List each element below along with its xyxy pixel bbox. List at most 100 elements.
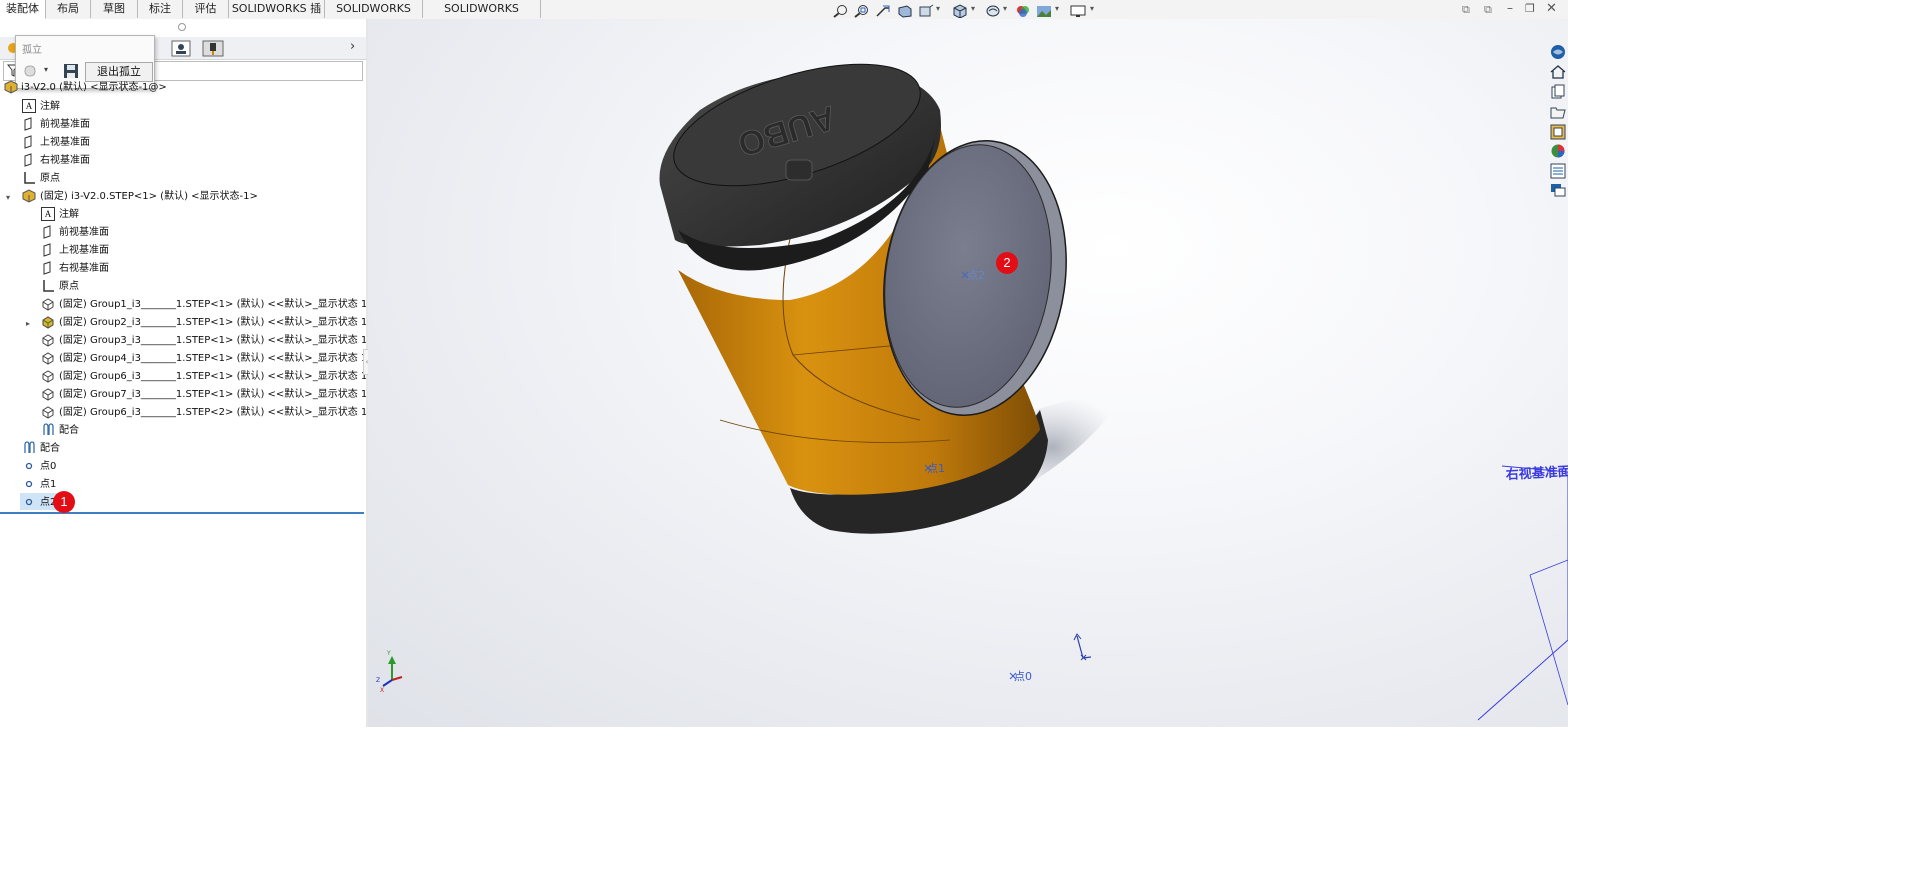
tree-item-annotations[interactable]: A 注解 bbox=[22, 98, 60, 116]
tree-item-group3[interactable]: (固定) Group3_i3_______1.STEP<1> (默认) <<默认… bbox=[41, 332, 376, 350]
step-badge-2: 2 bbox=[996, 252, 1018, 274]
part-icon bbox=[42, 388, 54, 401]
section-view-icon[interactable] bbox=[897, 4, 913, 18]
step-badge-1: 1 bbox=[53, 491, 75, 513]
view-orientation-icon[interactable] bbox=[952, 4, 968, 18]
svg-text:X: X bbox=[380, 687, 384, 694]
tree-item-point2[interactable]: 点2 bbox=[22, 494, 56, 512]
tree-item-origin[interactable]: 原点 bbox=[22, 170, 60, 188]
annotation-icon: A bbox=[22, 99, 36, 113]
tab-evaluate[interactable]: 评估 bbox=[183, 0, 229, 18]
point1-marker[interactable]: 点1 bbox=[924, 462, 945, 475]
tree-item-sub-origin[interactable]: 原点 bbox=[41, 278, 79, 296]
right-plane-outline[interactable] bbox=[1477, 465, 1568, 721]
display-style-dropdown-icon[interactable]: ▾ bbox=[44, 65, 48, 74]
scene-dropdown-icon[interactable]: ▾ bbox=[1055, 4, 1059, 13]
display-dropdown-icon[interactable]: ▾ bbox=[1003, 4, 1007, 13]
origin-icon bbox=[43, 280, 54, 292]
tree-item-group4[interactable]: (固定) Group4_i3_______1.STEP<1> (默认) <<默认… bbox=[41, 350, 376, 368]
tree-item-top-plane[interactable]: 上视基准面 bbox=[22, 134, 90, 152]
reference-triad-marker bbox=[1073, 633, 1092, 661]
tree-item-sub-mates[interactable]: 配合 bbox=[41, 422, 79, 440]
tree-item-group2[interactable]: (固定) Group2_i3_______1.STEP<1> (默认) <<默认… bbox=[41, 314, 376, 332]
settings-dropdown-icon[interactable]: ▾ bbox=[1090, 4, 1094, 13]
appearances-icon[interactable] bbox=[1550, 143, 1566, 159]
display-style-icon[interactable] bbox=[985, 4, 1001, 18]
tree-item-sub-right-plane[interactable]: 右视基准面 bbox=[41, 260, 109, 278]
close-icon[interactable]: ✕ bbox=[1546, 1, 1557, 16]
dynamic-annotation-icon[interactable] bbox=[918, 4, 934, 18]
right-plane-outline bbox=[1529, 559, 1568, 706]
assembly-icon bbox=[42, 316, 54, 329]
tile-left-icon[interactable]: ⧉ bbox=[1462, 3, 1470, 17]
restore-icon[interactable]: ❐ bbox=[1525, 2, 1535, 15]
plane-icon bbox=[43, 243, 51, 257]
mates-icon bbox=[24, 441, 35, 453]
tab-sketch[interactable]: 草图 bbox=[91, 0, 138, 18]
orientation-dropdown-icon[interactable]: ▾ bbox=[971, 4, 975, 13]
plane-icon bbox=[24, 135, 32, 149]
tab-layout[interactable]: 布局 bbox=[46, 0, 91, 18]
custom-properties-icon[interactable] bbox=[1550, 163, 1566, 179]
view-settings-icon[interactable] bbox=[1070, 4, 1086, 18]
tile-right-icon[interactable]: ⧉ bbox=[1484, 3, 1492, 17]
view-palette-icon[interactable] bbox=[1550, 124, 1566, 140]
tree-item-front-plane[interactable]: 前视基准面 bbox=[22, 116, 90, 134]
assembly-icon bbox=[4, 80, 18, 94]
tree-item-mates[interactable]: 配合 bbox=[22, 440, 60, 458]
display-manager-tab-icon[interactable] bbox=[171, 40, 191, 57]
file-explorer-icon[interactable] bbox=[1550, 104, 1566, 120]
minimize-icon[interactable]: – bbox=[1507, 1, 1513, 15]
solidworks-resources-icon[interactable] bbox=[1550, 44, 1566, 60]
zoom-to-area-icon[interactable] bbox=[854, 4, 870, 18]
right-plane-label[interactable]: 右视基准面 bbox=[1504, 464, 1568, 483]
tab-solidworks-cam[interactable]: SOLIDWORKS CAM bbox=[325, 0, 423, 33]
tree-item-group1[interactable]: (固定) Group1_i3_______1.STEP<1> (默认) <<默认… bbox=[41, 296, 376, 314]
tree-item-sub-top-plane[interactable]: 上视基准面 bbox=[41, 242, 109, 260]
expand-arrow-icon[interactable]: ▾ bbox=[6, 193, 10, 202]
plane-icon bbox=[43, 261, 51, 275]
tab-solidworks-inspection[interactable]: SOLIDWORKS Inspection bbox=[423, 0, 541, 33]
point-icon bbox=[25, 498, 33, 506]
design-library-icon[interactable] bbox=[1550, 84, 1566, 100]
tree-item-group6-1[interactable]: (固定) Group6_i3_______1.STEP<1> (默认) <<默认… bbox=[41, 368, 376, 386]
tree-item-sub-annotations[interactable]: A 注解 bbox=[41, 206, 79, 224]
feature-manager-panel: › 孤立 ▾ 退出孤立 i3-V2.0 (默认) <显示状态-1@> A 注解 前… bbox=[0, 19, 376, 727]
home-icon[interactable] bbox=[1550, 64, 1566, 80]
tree-item-point0[interactable]: 点0 bbox=[22, 458, 56, 476]
tree-item-point1[interactable]: 点1 bbox=[22, 476, 56, 494]
view-triad: Y X Z bbox=[376, 650, 403, 694]
plane-icon bbox=[24, 153, 32, 167]
tree-item-right-plane[interactable]: 右视基准面 bbox=[22, 152, 90, 170]
panel-collapse-handle[interactable] bbox=[178, 23, 186, 31]
svg-text:Z: Z bbox=[376, 677, 380, 684]
forum-icon[interactable] bbox=[1550, 182, 1566, 198]
tree-item-group7[interactable]: (固定) Group7_i3_______1.STEP<1> (默认) <<默认… bbox=[41, 386, 376, 404]
cap-latch bbox=[785, 159, 813, 181]
previous-view-icon[interactable] bbox=[875, 4, 891, 18]
edit-appearance-icon[interactable] bbox=[1015, 4, 1031, 18]
rollback-bar[interactable] bbox=[0, 512, 364, 514]
cam-tab-icon[interactable] bbox=[202, 40, 224, 57]
tree-item-group6-2[interactable]: (固定) Group6_i3_______1.STEP<2> (默认) <<默认… bbox=[41, 404, 376, 422]
graphics-area[interactable]: AUBO 点2 点1 点0 右视基准面 Y X Z bbox=[368, 19, 1568, 727]
save-isolate-icon[interactable] bbox=[63, 63, 79, 79]
apply-scene-icon[interactable] bbox=[1036, 4, 1052, 18]
point0-marker[interactable]: 点0 bbox=[1009, 670, 1032, 683]
tab-markup[interactable]: 标注 bbox=[138, 0, 183, 18]
view-dropdown-icon[interactable]: ▾ bbox=[936, 4, 940, 13]
panel-next-arrow-icon[interactable]: › bbox=[350, 39, 355, 54]
part-icon bbox=[42, 370, 54, 383]
tab-solidworks-addins[interactable]: SOLIDWORKS 插件 bbox=[229, 0, 325, 33]
model-canvas[interactable]: AUBO 点2 点1 点0 右视基准面 Y X Z bbox=[368, 19, 1568, 727]
display-style-selector-icon[interactable] bbox=[22, 64, 38, 78]
tab-assembly[interactable]: 装配体 bbox=[0, 0, 46, 19]
tree-item-sub-assembly[interactable]: (固定) i3-V2.0.STEP<1> (默认) <显示状态-1> bbox=[22, 188, 258, 206]
tree-item-sub-front-plane[interactable]: 前视基准面 bbox=[41, 224, 109, 242]
tree-root-assembly[interactable]: i3-V2.0 (默认) <显示状态-1@> bbox=[21, 79, 167, 97]
zoom-to-fit-icon[interactable] bbox=[833, 4, 849, 18]
point-icon bbox=[25, 480, 33, 488]
collapse-arrow-icon[interactable]: ▸ bbox=[26, 319, 30, 328]
part-icon bbox=[42, 352, 54, 365]
command-manager-tabs: 装配体 布局 草图 标注 评估 SOLIDWORKS 插件 SOLIDWORKS… bbox=[0, 0, 1568, 33]
